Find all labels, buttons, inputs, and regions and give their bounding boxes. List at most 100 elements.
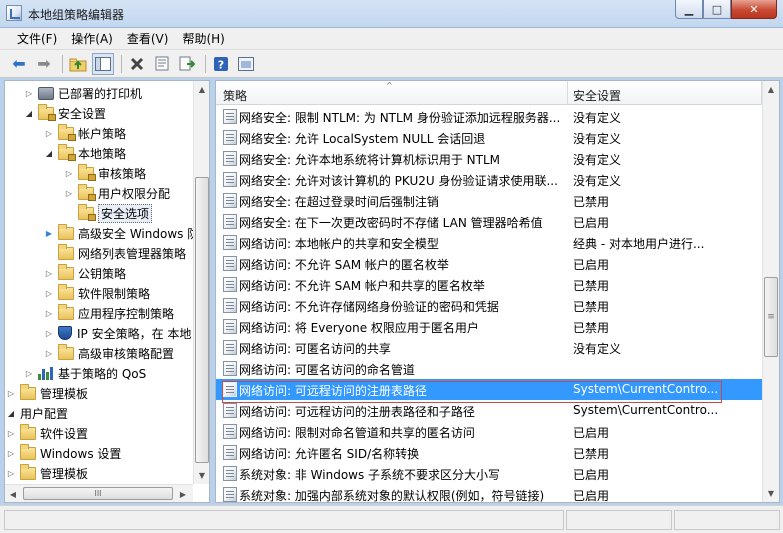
collapse-arrow-icon[interactable]: ◢ [5, 409, 17, 418]
collapse-arrow-icon[interactable]: ◢ [43, 149, 55, 158]
scroll-up-arrow-icon[interactable]: ▲ [194, 81, 209, 97]
tree-node-ip-security[interactable]: ▷ IP 安全策略，在 本地 [43, 323, 191, 343]
tree-horizontal-scrollbar[interactable]: ◀ III ▶ [5, 484, 193, 502]
show-hide-tree-icon[interactable] [92, 52, 114, 75]
scroll-left-arrow-icon[interactable]: ◀ [5, 486, 21, 502]
menu-file[interactable]: 文件(F) [10, 30, 64, 47]
close-button[interactable]: ✕ [731, 0, 777, 19]
table-row[interactable]: 网络访问: 允许匿名 SID/名称转换 已禁用 [216, 442, 762, 463]
expand-arrow-icon[interactable]: ▷ [43, 329, 55, 338]
expand-arrow-icon[interactable]: ▷ [5, 389, 17, 398]
up-folder-icon[interactable] [67, 53, 89, 75]
console-tree[interactable]: ▷ 已部署的打印机 ◢ 安全设置 ▷ 帐户策略 ◢ 本地策略 ▷ 审核策略 ▷ … [4, 80, 210, 503]
export-list-icon[interactable] [176, 53, 198, 75]
expand-arrow-icon[interactable]: ▷ [43, 309, 55, 318]
expand-arrow-icon[interactable]: ▷ [43, 269, 55, 278]
table-row[interactable]: 网络安全: 在下一次更改密码时不存储 LAN 管理器哈希值 已启用 [216, 211, 762, 232]
column-divider[interactable] [567, 81, 568, 105]
table-row[interactable]: 网络访问: 可远程访问的注册表路径和子路径 System\CurrentContr… [216, 400, 762, 421]
scroll-thumb[interactable] [195, 177, 209, 463]
expand-arrow-icon[interactable]: ▷ [5, 449, 17, 458]
tree-node-user-rights[interactable]: ▷ 用户权限分配 [63, 183, 170, 203]
tree-vertical-scrollbar[interactable]: ▲ ▼ [193, 81, 209, 484]
table-row[interactable]: 网络安全: 限制 NTLM: 为 NTLM 身份验证添加远程服务器... 没有定义 [216, 106, 762, 127]
table-row[interactable]: 网络安全: 在超过登录时间后强制注销 已禁用 [216, 190, 762, 211]
folder-locked-icon [58, 143, 76, 161]
back-arrow-icon[interactable]: ⬅ [8, 53, 30, 75]
toolbar-separator [121, 54, 122, 73]
forward-arrow-icon[interactable]: ➡ [33, 53, 55, 75]
tree-label: 用户权限分配 [98, 186, 171, 201]
tree-node-account-policies[interactable]: ▷ 帐户策略 [43, 123, 126, 143]
expand-arrow-icon[interactable]: ▶ [43, 229, 55, 238]
tree-node-user-config[interactable]: ◢ 用户配置 [5, 403, 68, 423]
expand-arrow-icon[interactable]: ▷ [23, 89, 35, 98]
maximize-button[interactable]: □ [703, 0, 731, 19]
tree-node-windows-settings[interactable]: ▷ Windows 设置 [5, 443, 121, 463]
scroll-up-arrow-icon[interactable]: ▲ [763, 81, 779, 97]
table-row[interactable]: 网络访问: 不允许存储网络身份验证的密码和凭据 已禁用 [216, 295, 762, 316]
table-row[interactable]: 网络访问: 限制对命名管道和共享的匿名访问 已启用 [216, 421, 762, 442]
table-row[interactable]: 网络安全: 允许对该计算机的 PKU2U 身份验证请求使用联... 没有定义 [216, 169, 762, 190]
menu-view[interactable]: 查看(V) [120, 30, 176, 47]
tree-node-security-options[interactable]: 安全选项 [63, 203, 153, 223]
tree-node-audit-policy[interactable]: ▷ 审核策略 [63, 163, 146, 183]
expand-arrow-icon[interactable]: ▷ [5, 469, 17, 478]
scroll-down-arrow-icon[interactable]: ▼ [194, 467, 209, 483]
menu-help[interactable]: 帮助(H) [175, 30, 231, 47]
minimize-button[interactable]: ▁ [675, 0, 703, 19]
expand-arrow-icon[interactable]: ▷ [63, 169, 75, 178]
tree-node-admin-templates[interactable]: ▷ 管理模板 [5, 383, 88, 403]
tree-node-public-key[interactable]: ▷ 公钥策略 [43, 263, 126, 283]
scroll-thumb[interactable]: III [23, 487, 173, 500]
scroll-right-arrow-icon[interactable]: ▶ [175, 486, 191, 502]
table-row[interactable]: 网络访问: 不允许 SAM 帐户和共享的匿名枚举 已禁用 [216, 274, 762, 295]
list-vertical-scrollbar[interactable]: ▲ ≡ ▼ [762, 81, 779, 502]
expand-arrow-icon[interactable]: ▷ [5, 429, 17, 438]
tree-node-security-settings[interactable]: ◢ 安全设置 [23, 103, 106, 123]
tree-node-software-settings[interactable]: ▷ 软件设置 [5, 423, 88, 443]
tree-label: 安全设置 [58, 106, 107, 121]
table-row[interactable]: 网络安全: 允许 LocalSystem NULL 会话回退 没有定义 [216, 127, 762, 148]
column-header-policy[interactable]: 策略 [223, 87, 247, 104]
tree-node-local-policies[interactable]: ◢ 本地策略 [43, 143, 126, 163]
expand-arrow-icon[interactable]: ▷ [43, 129, 55, 138]
table-row[interactable]: 网络访问: 本地帐户的共享和安全模型 经典 - 对本地用户进行... [216, 232, 762, 253]
tree-node-qos[interactable]: ▷ 基于策略的 QoS [23, 363, 146, 383]
tree-node-app-control[interactable]: ▷ 应用程序控制策略 [43, 303, 174, 323]
expand-arrow-icon[interactable]: ▷ [43, 349, 55, 358]
table-row[interactable]: 系统对象: 加强内部系统对象的默认权限(例如，符号链接) 已启用 [216, 484, 762, 502]
tree-node-admin-templates-user[interactable]: ▷ 管理模板 [5, 463, 88, 483]
column-header-security-setting[interactable]: 安全设置 [573, 87, 621, 104]
tree-label: 公钥策略 [78, 266, 127, 281]
tree-label: 应用程序控制策略 [78, 306, 175, 321]
collapse-arrow-icon[interactable]: ◢ [23, 109, 35, 118]
table-row[interactable]: 网络访问: 可匿名访问的共享 没有定义 [216, 337, 762, 358]
console-view-icon[interactable] [235, 53, 257, 75]
scroll-thumb[interactable]: ≡ [764, 277, 778, 357]
expand-arrow-icon[interactable]: ▷ [63, 189, 75, 198]
table-row[interactable]: 网络访问: 可远程访问的注册表路径 System\CurrentContro... [216, 379, 762, 400]
table-row[interactable]: 网络访问: 将 Everyone 权限应用于匿名用户 已禁用 [216, 316, 762, 337]
policy-document-icon [223, 256, 237, 271]
delete-icon[interactable] [126, 53, 148, 75]
properties-icon[interactable] [151, 53, 173, 75]
help-icon[interactable]: ? [210, 53, 232, 75]
table-row[interactable]: 网络安全: 允许本地系统将计算机标识用于 NTLM 没有定义 [216, 148, 762, 169]
menu-action[interactable]: 操作(A) [64, 30, 120, 47]
expand-arrow-icon[interactable]: ▷ [43, 289, 55, 298]
table-row[interactable]: 网络访问: 可匿名访问的命名管道 [216, 358, 762, 379]
tree-node-network-list[interactable]: 网络列表管理器策略 [43, 243, 186, 263]
tree-node-windows-firewall[interactable]: ▶ 高级安全 Windows 防 [43, 223, 199, 243]
tree-node-deployed-printers[interactable]: ▷ 已部署的打印机 [23, 83, 142, 103]
table-row[interactable]: 系统对象: 非 Windows 子系统不要求区分大小写 已启用 [216, 463, 762, 484]
expand-arrow-icon[interactable]: ▷ [23, 369, 35, 378]
table-row[interactable]: 网络访问: 不允许 SAM 帐户的匿名枚举 已启用 [216, 253, 762, 274]
policy-document-icon [223, 403, 237, 418]
security-setting-value: 没有定义 [573, 174, 622, 188]
scroll-down-arrow-icon[interactable]: ▼ [763, 485, 779, 501]
policy-document-icon [223, 235, 237, 250]
tree-node-software-restriction[interactable]: ▷ 软件限制策略 [43, 283, 150, 303]
tree-node-advanced-audit[interactable]: ▷ 高级审核策略配置 [43, 343, 174, 363]
tree-label: 高级审核策略配置 [78, 346, 175, 361]
